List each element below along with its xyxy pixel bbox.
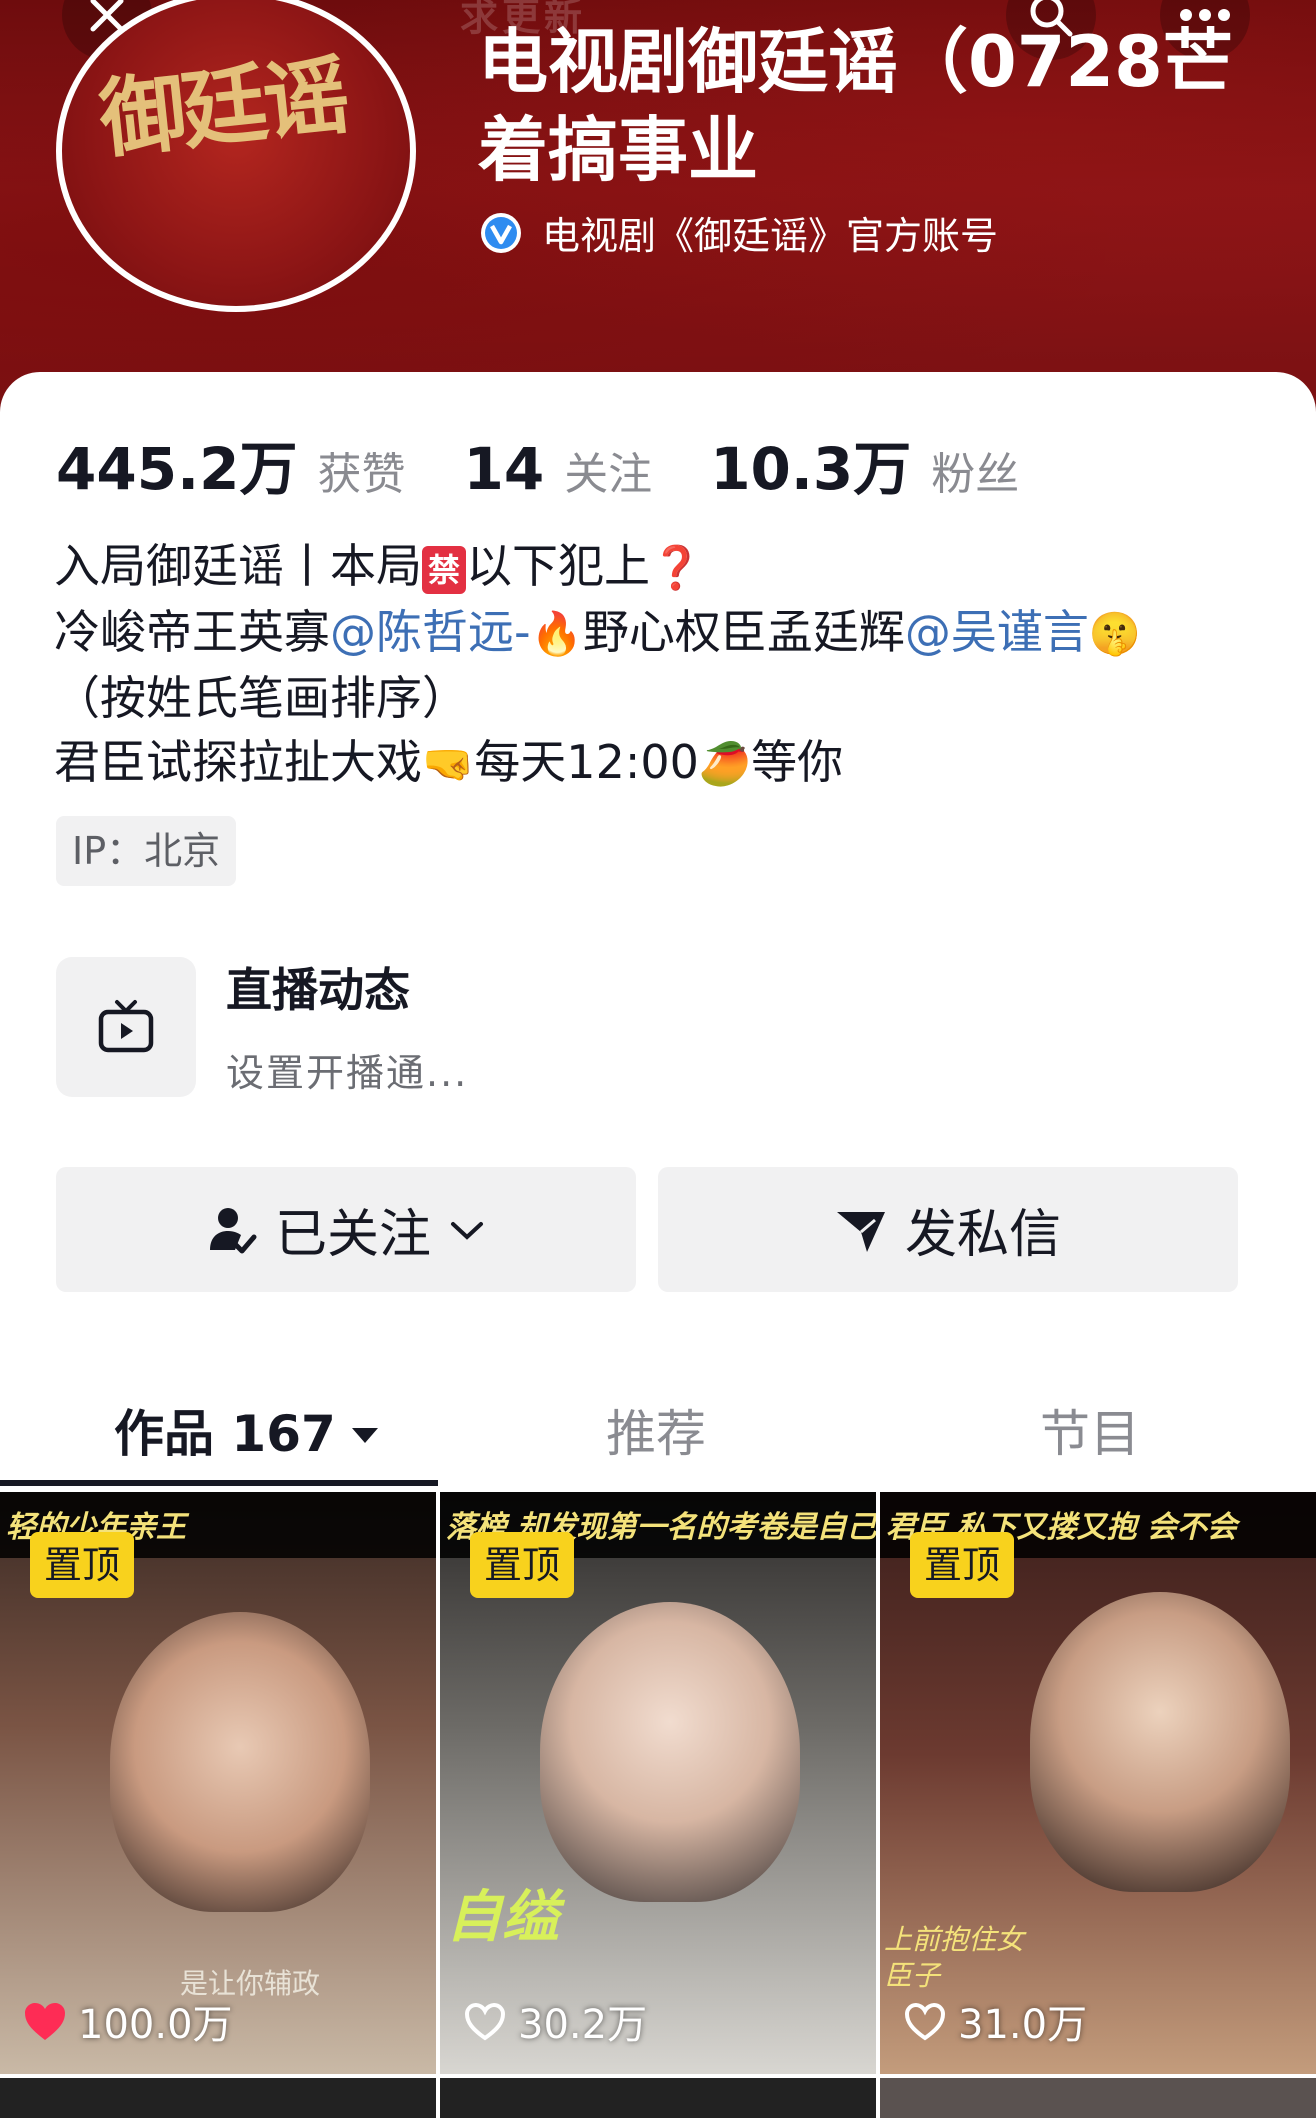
mention-link[interactable]: @陈哲远- <box>330 605 531 659</box>
bio-line-2: 冷峻帝王英寡@陈哲远-🔥野心权臣孟廷辉@吴谨言🤫 <box>54 600 1264 666</box>
fist-icon: 🤜 <box>422 739 475 788</box>
message-label: 发私信 <box>904 1205 1061 1265</box>
question-mark-icon: ❓ <box>650 543 703 592</box>
like-count: 30.2万 <box>462 1992 647 2050</box>
pinned-badge: 置顶 <box>470 1532 575 1598</box>
caret-down-icon <box>351 1427 378 1443</box>
profile-name: 电视剧御廷谣（0728芒着搞事业 <box>478 21 1233 191</box>
shush-face-icon: 🤫 <box>1088 609 1142 658</box>
stat-following[interactable]: 14 关注 <box>463 435 652 503</box>
video-card[interactable]: 轻的少年亲王 置顶 是让你辅政 100.0万 <box>0 1492 436 2074</box>
stat-label: 粉丝 <box>931 449 1020 500</box>
stat-likes[interactable]: 445.2万 获赞 <box>56 422 405 506</box>
avatar-logo-text: 御廷谣 <box>94 44 351 171</box>
video-card-partial[interactable] <box>0 2078 436 2118</box>
video-thumbnail-image <box>1030 1592 1290 1892</box>
bio-line-3: （按姓氏笔画排序） <box>54 671 468 725</box>
like-value: 100.0万 <box>78 2002 233 2048</box>
ip-location-tag: IP：北京 <box>56 816 237 886</box>
video-card-partial[interactable] <box>440 2078 876 2118</box>
verified-badge-icon <box>481 212 521 253</box>
tv-icon <box>98 1000 154 1053</box>
tab-recommend[interactable]: 推荐 <box>606 1377 706 1492</box>
chevron-down-icon <box>451 1221 483 1240</box>
mango-icon: 🥭 <box>698 739 752 788</box>
stat-label: 关注 <box>564 449 653 500</box>
avatar[interactable]: 御廷谣 <box>56 0 416 312</box>
send-icon <box>836 1211 885 1252</box>
stat-value: 14 <box>463 435 545 503</box>
video-thumbnail-image <box>110 1612 370 1912</box>
verified-label: 电视剧《御廷谣》官方账号 <box>542 214 999 258</box>
forbidden-badge: 禁 <box>422 545 467 594</box>
active-tab-indicator <box>0 1480 438 1486</box>
profile-tabs: 作品 167 推荐 节目 <box>0 1377 1316 1492</box>
stat-followers[interactable]: 10.3万 粉丝 <box>710 422 1019 506</box>
bio-text: 以下犯上 <box>466 539 651 593</box>
bio-text: 君臣试探拉扯大戏 <box>54 735 422 789</box>
bio-text: 野心权臣孟廷辉 <box>582 605 905 659</box>
stat-value: 10.3万 <box>710 435 912 503</box>
bio-text: 等你 <box>751 735 844 789</box>
video-thumbnail-image <box>540 1602 800 1902</box>
bio-text: 每天12:00 <box>474 735 699 789</box>
live-icon-box[interactable] <box>56 957 196 1097</box>
live-title[interactable]: 直播动态 <box>226 954 410 1020</box>
heart-outline-icon <box>904 2002 946 2041</box>
stat-value: 445.2万 <box>56 435 298 503</box>
like-count: 100.0万 <box>22 1992 233 2050</box>
like-value: 31.0万 <box>958 2002 1088 2048</box>
tab-label: 作品 167 <box>114 1405 336 1463</box>
video-overlay-text: 上前抱住女臣子 <box>884 1923 1025 1992</box>
user-check-icon <box>209 1207 257 1253</box>
following-label: 已关注 <box>274 1205 431 1265</box>
bio-text: 冷峻帝王英寡 <box>54 605 330 659</box>
following-button[interactable]: 已关注 <box>56 1167 636 1292</box>
video-grid: 轻的少年亲王 置顶 是让你辅政 100.0万 落榜 却发现第一名的考卷是自己 置… <box>0 1492 1316 2118</box>
pinned-badge: 置顶 <box>910 1532 1015 1598</box>
heart-filled-icon <box>25 2003 65 2040</box>
video-card[interactable]: 落榜 却发现第一名的考卷是自己 置顶 自缢 30.2万 <box>440 1492 876 2074</box>
verified-row: 电视剧《御廷谣》官方账号 <box>478 205 998 260</box>
tab-works[interactable]: 作品 167 <box>114 1377 380 1492</box>
stats-row: 445.2万 获赞 14 关注 10.3万 粉丝 <box>56 422 1077 506</box>
live-subtitle: 设置开播通... <box>226 1051 469 1095</box>
bio-text: 入局御廷谣丨本局 <box>54 539 422 593</box>
bio-line-1: 入局御廷谣丨本局禁以下犯上❓ <box>54 534 1264 600</box>
message-button[interactable]: 发私信 <box>658 1167 1238 1292</box>
tab-programs[interactable]: 节目 <box>1040 1377 1140 1492</box>
video-card-partial[interactable] <box>880 2078 1316 2118</box>
stat-label: 获赞 <box>317 449 406 500</box>
profile-bio: 入局御廷谣丨本局禁以下犯上❓ 冷峻帝王英寡@陈哲远-🔥野心权臣孟廷辉@吴谨言🤫 … <box>54 534 1264 796</box>
video-overlay-text: 自缢 <box>446 1884 558 1950</box>
mention-link[interactable]: @吴谨言 <box>905 605 1089 659</box>
profile-banner: 求更新 御廷谣 电视剧御廷谣（0728芒着搞事业 电视剧《御廷谣》官方账号 <box>0 0 1316 420</box>
like-value: 30.2万 <box>518 2002 648 2048</box>
heart-outline-icon <box>464 2002 506 2041</box>
video-card[interactable]: 君臣 私下又搂又抱 会不会 置顶 上前抱住女臣子 31.0万 <box>880 1492 1316 2074</box>
bio-line-4: 君臣试探拉扯大戏🤜每天12:00🥭等你 <box>54 730 1264 796</box>
pinned-badge: 置顶 <box>30 1532 135 1598</box>
fire-icon: 🔥 <box>530 609 583 658</box>
like-count: 31.0万 <box>902 1992 1087 2050</box>
